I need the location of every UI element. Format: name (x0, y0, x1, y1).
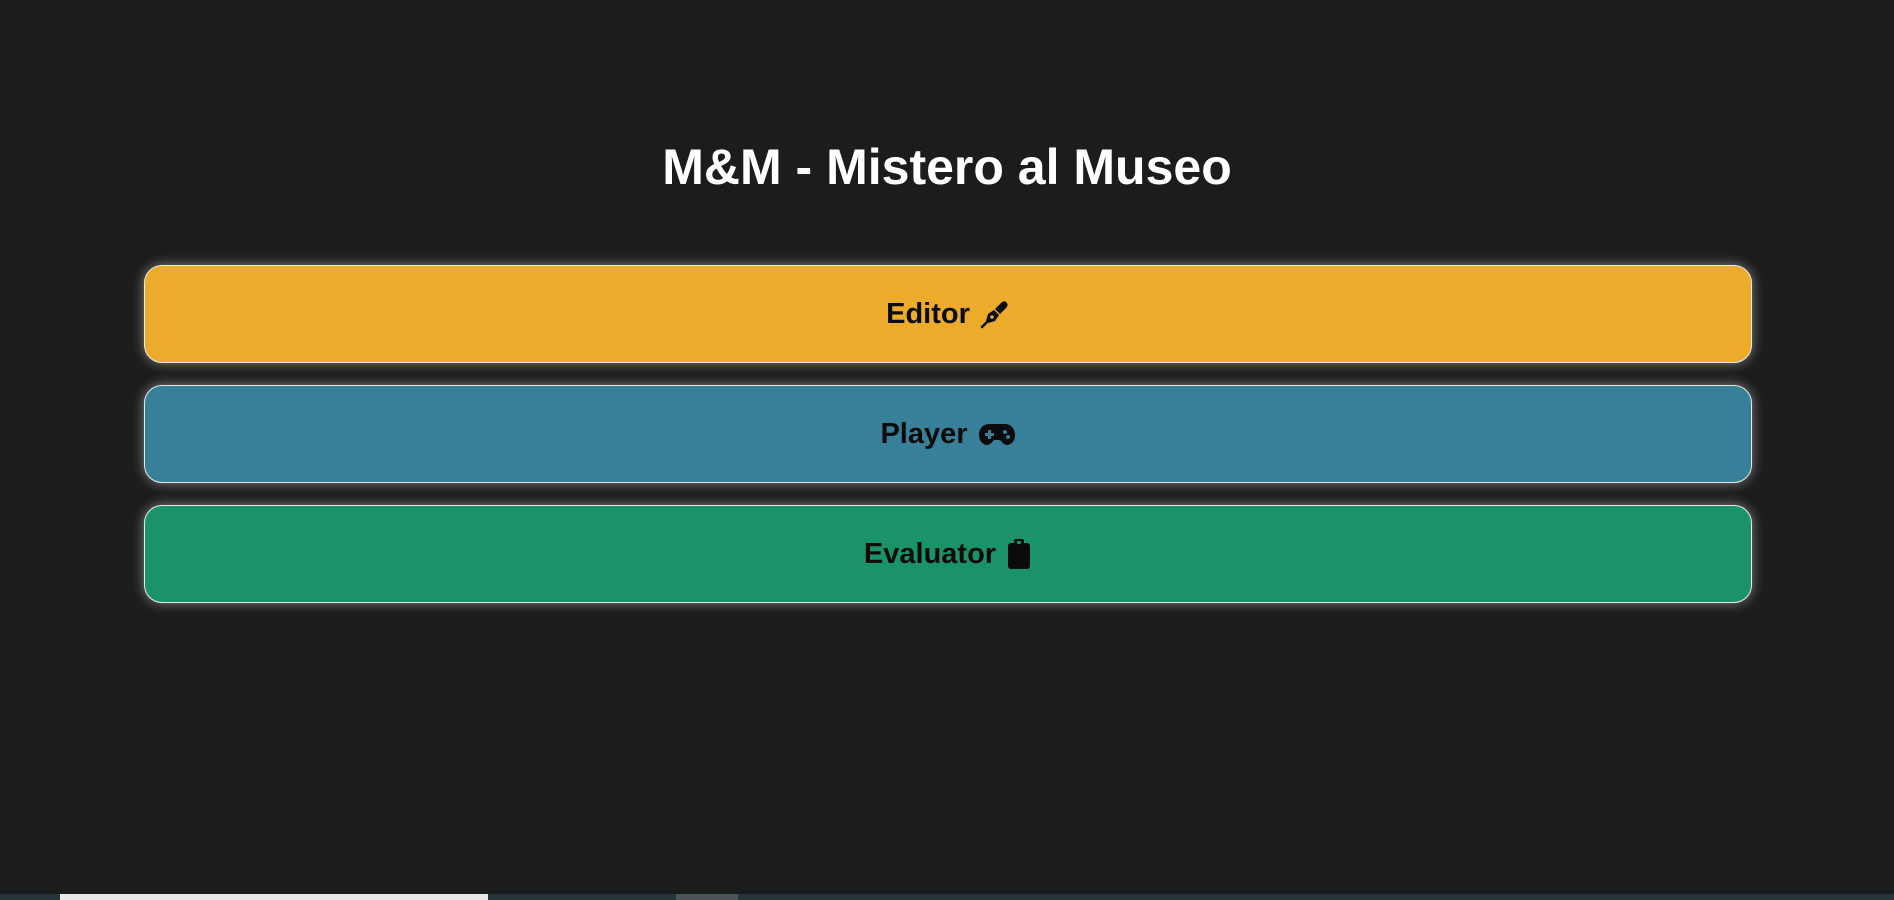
role-menu: Editor Player Evaluator (144, 265, 1752, 625)
page: M&M - Mistero al Museo Editor Player Eva… (0, 0, 1894, 900)
player-button[interactable]: Player (144, 385, 1752, 483)
gamepad-icon (978, 421, 1016, 447)
clipboard-icon (1006, 538, 1032, 570)
scrollbar-thumb[interactable] (60, 894, 488, 900)
editor-button-label: Editor (886, 297, 970, 330)
scrollbar-marker (676, 894, 738, 900)
evaluator-button[interactable]: Evaluator (144, 505, 1752, 603)
editor-button[interactable]: Editor (144, 265, 1752, 363)
bottom-scrollbar[interactable] (0, 894, 1894, 900)
pen-nib-icon (980, 299, 1010, 329)
evaluator-button-label: Evaluator (863, 537, 997, 570)
page-title: M&M - Mistero al Museo (662, 139, 1232, 195)
player-button-label: Player (880, 417, 968, 450)
